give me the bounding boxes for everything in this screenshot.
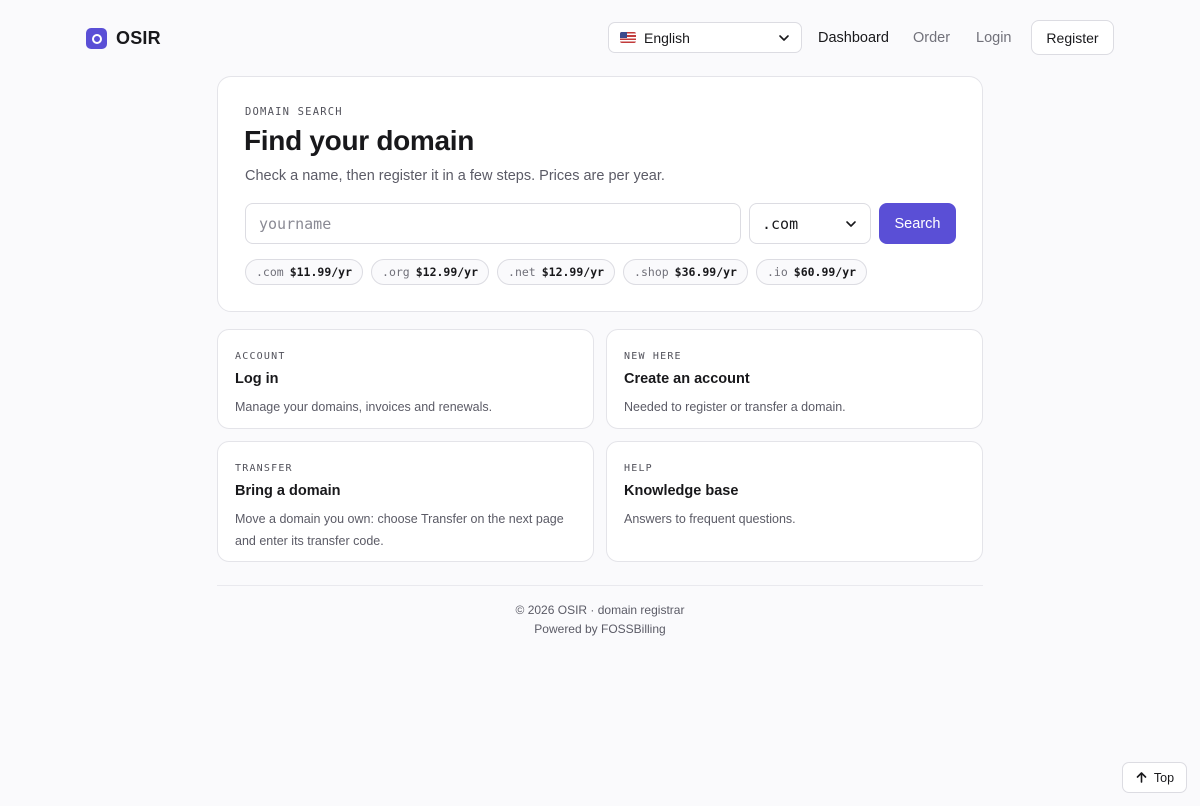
- card-description: Answers to frequent questions.: [624, 512, 796, 526]
- brand-logo[interactable]: OSIR: [86, 28, 161, 49]
- price-chip[interactable]: .org $12.99/yr: [371, 259, 490, 285]
- price-chip-price: $36.99/yr: [674, 265, 737, 279]
- card-eyebrow: NEW HERE: [624, 351, 682, 362]
- card-description: Needed to register or transfer a domain.: [624, 400, 846, 414]
- tld-select[interactable]: .com: [749, 203, 871, 244]
- domain-search-card: DOMAIN SEARCH Find your domain Check a n…: [217, 76, 983, 312]
- tld-price-list: .com $11.99/yr .org $12.99/yr .net $12.9…: [245, 259, 868, 285]
- card-transfer[interactable]: TRANSFER Bring a domain Move a domain yo…: [217, 441, 594, 562]
- price-chip-tld: .com: [256, 265, 284, 279]
- brand-name: OSIR: [116, 28, 161, 48]
- price-chip[interactable]: .com $11.99/yr: [245, 259, 364, 285]
- chevron-down-icon: [846, 220, 856, 227]
- nav-dashboard[interactable]: Dashboard: [818, 30, 889, 46]
- search-subtitle: Check a name, then register it in a few …: [245, 168, 665, 184]
- price-chip-price: $12.99/yr: [541, 265, 605, 279]
- price-chip-price: $60.99/yr: [793, 265, 857, 279]
- card-title: Knowledge base: [624, 483, 739, 499]
- arrow-up-icon: [1136, 772, 1147, 783]
- price-chip[interactable]: .net $12.99/yr: [497, 259, 616, 285]
- page-title: Find your domain: [244, 125, 475, 156]
- logo-mark-icon: [86, 28, 107, 49]
- domain-name-input[interactable]: [245, 203, 741, 244]
- us-flag-icon: [620, 32, 636, 43]
- language-select[interactable]: English: [608, 22, 802, 53]
- footer-copyright: © 2026 OSIR · domain registrar: [515, 603, 685, 617]
- tld-selected-label: .com: [762, 214, 799, 233]
- search-eyebrow: DOMAIN SEARCH: [245, 106, 343, 118]
- price-chip[interactable]: .shop $36.99/yr: [623, 259, 748, 285]
- price-chip-price: $12.99/yr: [415, 265, 479, 279]
- nav-login[interactable]: Login: [976, 30, 1011, 46]
- price-chip-tld: .io: [766, 265, 788, 279]
- card-new-here[interactable]: NEW HERE Create an account Needed to reg…: [606, 329, 983, 429]
- card-eyebrow: HELP: [624, 463, 653, 474]
- card-description: Manage your domains, invoices and renewa…: [235, 400, 493, 414]
- register-button[interactable]: Register: [1031, 20, 1114, 55]
- search-button[interactable]: Search: [879, 203, 956, 244]
- site-header: OSIR English Dashboard Order Login Regis…: [0, 0, 1200, 76]
- footer-powered-by[interactable]: Powered by FOSSBilling: [0, 622, 1200, 636]
- card-title: Bring a domain: [235, 483, 341, 499]
- language-label: English: [644, 29, 690, 46]
- card-help[interactable]: HELP Knowledge base Answers to frequent …: [606, 441, 983, 562]
- card-description: Move a domain you own: choose Transfer o…: [235, 512, 564, 548]
- back-to-top-button[interactable]: Top: [1122, 762, 1187, 793]
- price-chip-tld: .org: [382, 265, 410, 279]
- card-account[interactable]: ACCOUNT Log in Manage your domains, invo…: [217, 329, 594, 429]
- price-chip-tld: .shop: [634, 265, 669, 279]
- card-eyebrow: TRANSFER: [235, 463, 293, 474]
- price-chip-price: $11.99/yr: [289, 265, 353, 279]
- card-eyebrow: ACCOUNT: [235, 351, 286, 362]
- nav-order[interactable]: Order: [913, 30, 950, 46]
- footer-divider: [217, 585, 983, 586]
- card-title: Log in: [235, 371, 279, 387]
- price-chip[interactable]: .io $60.99/yr: [755, 259, 868, 285]
- chevron-down-icon: [779, 34, 789, 41]
- card-title: Create an account: [624, 371, 750, 387]
- back-to-top-label: Top: [1153, 770, 1175, 785]
- price-chip-tld: .net: [508, 265, 536, 279]
